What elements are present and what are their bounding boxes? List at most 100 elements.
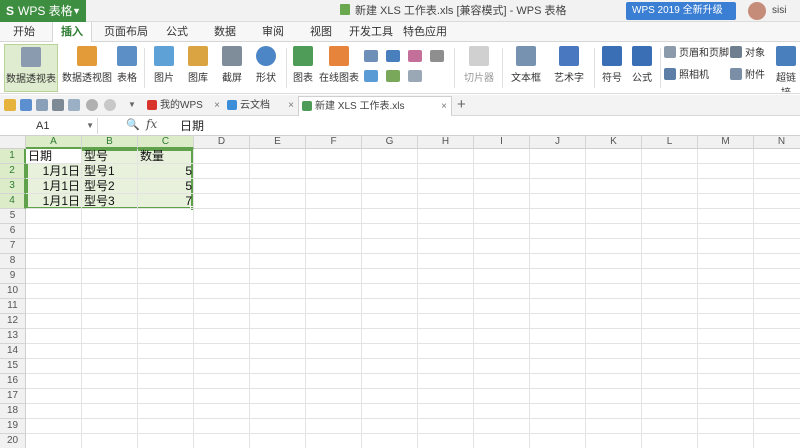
tab-data[interactable]: 数据 — [206, 22, 244, 42]
cell-c1[interactable]: 数量 — [138, 149, 194, 164]
header-footer-button[interactable]: 页眉和页脚 — [664, 46, 729, 62]
row-header-3[interactable]: 3 — [0, 179, 26, 194]
column-header-a[interactable]: A — [26, 136, 82, 149]
cell-b1[interactable]: 型号 — [82, 149, 138, 164]
column-header-n[interactable]: N — [754, 136, 800, 149]
chevron-down-icon[interactable]: ▼ — [86, 118, 94, 134]
column-header-m[interactable]: M — [698, 136, 754, 149]
row-header-18[interactable]: 18 — [0, 404, 26, 419]
row-header-8[interactable]: 8 — [0, 254, 26, 269]
save-icon[interactable] — [20, 99, 32, 111]
undo-icon[interactable] — [86, 99, 98, 111]
redo-icon[interactable] — [104, 99, 116, 111]
cell-a1[interactable]: 日期 — [26, 149, 82, 164]
cell-c3[interactable]: 5 — [138, 179, 194, 194]
name-box[interactable]: A1 ▼ — [2, 118, 98, 134]
column-header-g[interactable]: G — [362, 136, 418, 149]
screenshot-button[interactable]: 截屏 — [216, 44, 248, 92]
print-preview-icon[interactable] — [36, 99, 48, 111]
cell-c2[interactable]: 5 — [138, 164, 194, 179]
close-icon[interactable]: × — [214, 96, 220, 115]
pivot-table-button[interactable]: 数据透视表 — [4, 44, 58, 92]
cell-a2[interactable]: 1月1日 — [26, 164, 82, 179]
cell-b3[interactable]: 型号2 — [82, 179, 138, 194]
tab-insert[interactable]: 插入 — [52, 22, 92, 43]
column-header-l[interactable]: L — [642, 136, 698, 149]
column-header-h[interactable]: H — [418, 136, 474, 149]
print-icon[interactable] — [52, 99, 64, 111]
attachment-button[interactable]: 附件 — [730, 68, 765, 84]
tab-review[interactable]: 审阅 — [254, 22, 292, 42]
doc-tab-cloud[interactable]: 云文档 × — [224, 96, 298, 116]
gallery-button[interactable]: 图库 — [182, 44, 214, 92]
formula-button[interactable]: 公式 — [628, 44, 656, 92]
shape-button[interactable]: 形状 — [250, 44, 282, 92]
wordart-button[interactable]: 艺术字 — [548, 44, 590, 92]
formula-input[interactable]: 日期 — [180, 116, 204, 136]
row-header-10[interactable]: 10 — [0, 284, 26, 299]
chevron-down-icon[interactable]: ▼ — [128, 99, 140, 111]
row-header-15[interactable]: 15 — [0, 359, 26, 374]
column-header-j[interactable]: J — [530, 136, 586, 149]
tab-start[interactable]: 开始 — [4, 22, 44, 42]
symbol-button[interactable]: 符号 — [598, 44, 626, 92]
picture-button[interactable]: 图片 — [148, 44, 180, 92]
sheet-grid[interactable]: A B C D E F G H I J K L M N 1 2 3 4 5 6 7 8 9 10 11 12 13 14 15 16 17 1… — [0, 136, 800, 448]
cell-b2[interactable]: 型号1 — [82, 164, 138, 179]
cell-b4[interactable]: 型号3 — [82, 194, 138, 209]
column-header-e[interactable]: E — [250, 136, 306, 149]
pivot-chart-button[interactable]: 数据透视图 — [62, 44, 112, 92]
row-header-12[interactable]: 12 — [0, 314, 26, 329]
column-header-k[interactable]: K — [586, 136, 642, 149]
row-header-14[interactable]: 14 — [0, 344, 26, 359]
upgrade-button[interactable]: WPS 2019 全新升级 — [626, 2, 736, 20]
camera-button[interactable]: 照相机 — [664, 68, 709, 84]
column-header-b[interactable]: B — [82, 136, 138, 149]
cell-a3[interactable]: 1月1日 — [26, 179, 82, 194]
fx-icon[interactable]: fx — [146, 117, 157, 131]
row-header-4[interactable]: 4 — [0, 194, 26, 209]
line-chart-icon[interactable] — [386, 50, 400, 62]
avatar[interactable] — [748, 2, 766, 20]
star-chart-icon[interactable] — [430, 50, 444, 62]
pie-chart-icon[interactable] — [408, 50, 422, 62]
doc-tab-active[interactable]: 新建 XLS 工作表.xls × — [298, 96, 452, 116]
new-tab-icon[interactable]: + — [457, 95, 466, 115]
cell-c4[interactable]: 7 — [138, 194, 194, 209]
tab-formulas[interactable]: 公式 — [158, 22, 196, 42]
row-header-2[interactable]: 2 — [0, 164, 26, 179]
area-chart-icon[interactable] — [386, 70, 400, 82]
online-chart-button[interactable]: 在线图表 — [318, 44, 360, 92]
export-icon[interactable] — [68, 99, 80, 111]
tab-view[interactable]: 视图 — [302, 22, 340, 42]
app-menu-button[interactable]: S WPS 表格 ▼ — [0, 0, 86, 22]
tab-developer[interactable]: 开发工具 — [346, 22, 396, 42]
table-button[interactable]: 表格 — [114, 44, 140, 92]
cell-a4[interactable]: 1月1日 — [26, 194, 82, 209]
username[interactable]: sisi — [772, 0, 786, 22]
slicer-button[interactable]: 切片器 — [460, 44, 498, 92]
object-button[interactable]: 对象 — [730, 46, 765, 62]
column-chart-icon[interactable] — [364, 50, 378, 62]
bar-chart-icon[interactable] — [364, 70, 378, 82]
column-header-i[interactable]: I — [474, 136, 530, 149]
row-header-13[interactable]: 13 — [0, 329, 26, 344]
doc-tab-my-wps[interactable]: 我的WPS × — [144, 96, 224, 116]
close-icon[interactable]: × — [288, 96, 294, 115]
row-header-5[interactable]: 5 — [0, 209, 26, 224]
scatter-chart-icon[interactable] — [408, 70, 422, 82]
textbox-button[interactable]: 文本框 — [506, 44, 546, 92]
row-header-9[interactable]: 9 — [0, 269, 26, 284]
tab-special[interactable]: 特色应用 — [400, 22, 450, 42]
row-header-20[interactable]: 20 — [0, 434, 26, 448]
close-icon[interactable]: × — [441, 97, 447, 116]
row-header-16[interactable]: 16 — [0, 374, 26, 389]
row-header-1[interactable]: 1 — [0, 149, 26, 164]
tab-page-layout[interactable]: 页面布局 — [100, 22, 152, 42]
row-header-11[interactable]: 11 — [0, 299, 26, 314]
zoom-icon[interactable]: 🔍 — [126, 118, 140, 131]
select-all-corner[interactable] — [0, 136, 26, 149]
column-header-f[interactable]: F — [306, 136, 362, 149]
row-header-17[interactable]: 17 — [0, 389, 26, 404]
row-header-6[interactable]: 6 — [0, 224, 26, 239]
